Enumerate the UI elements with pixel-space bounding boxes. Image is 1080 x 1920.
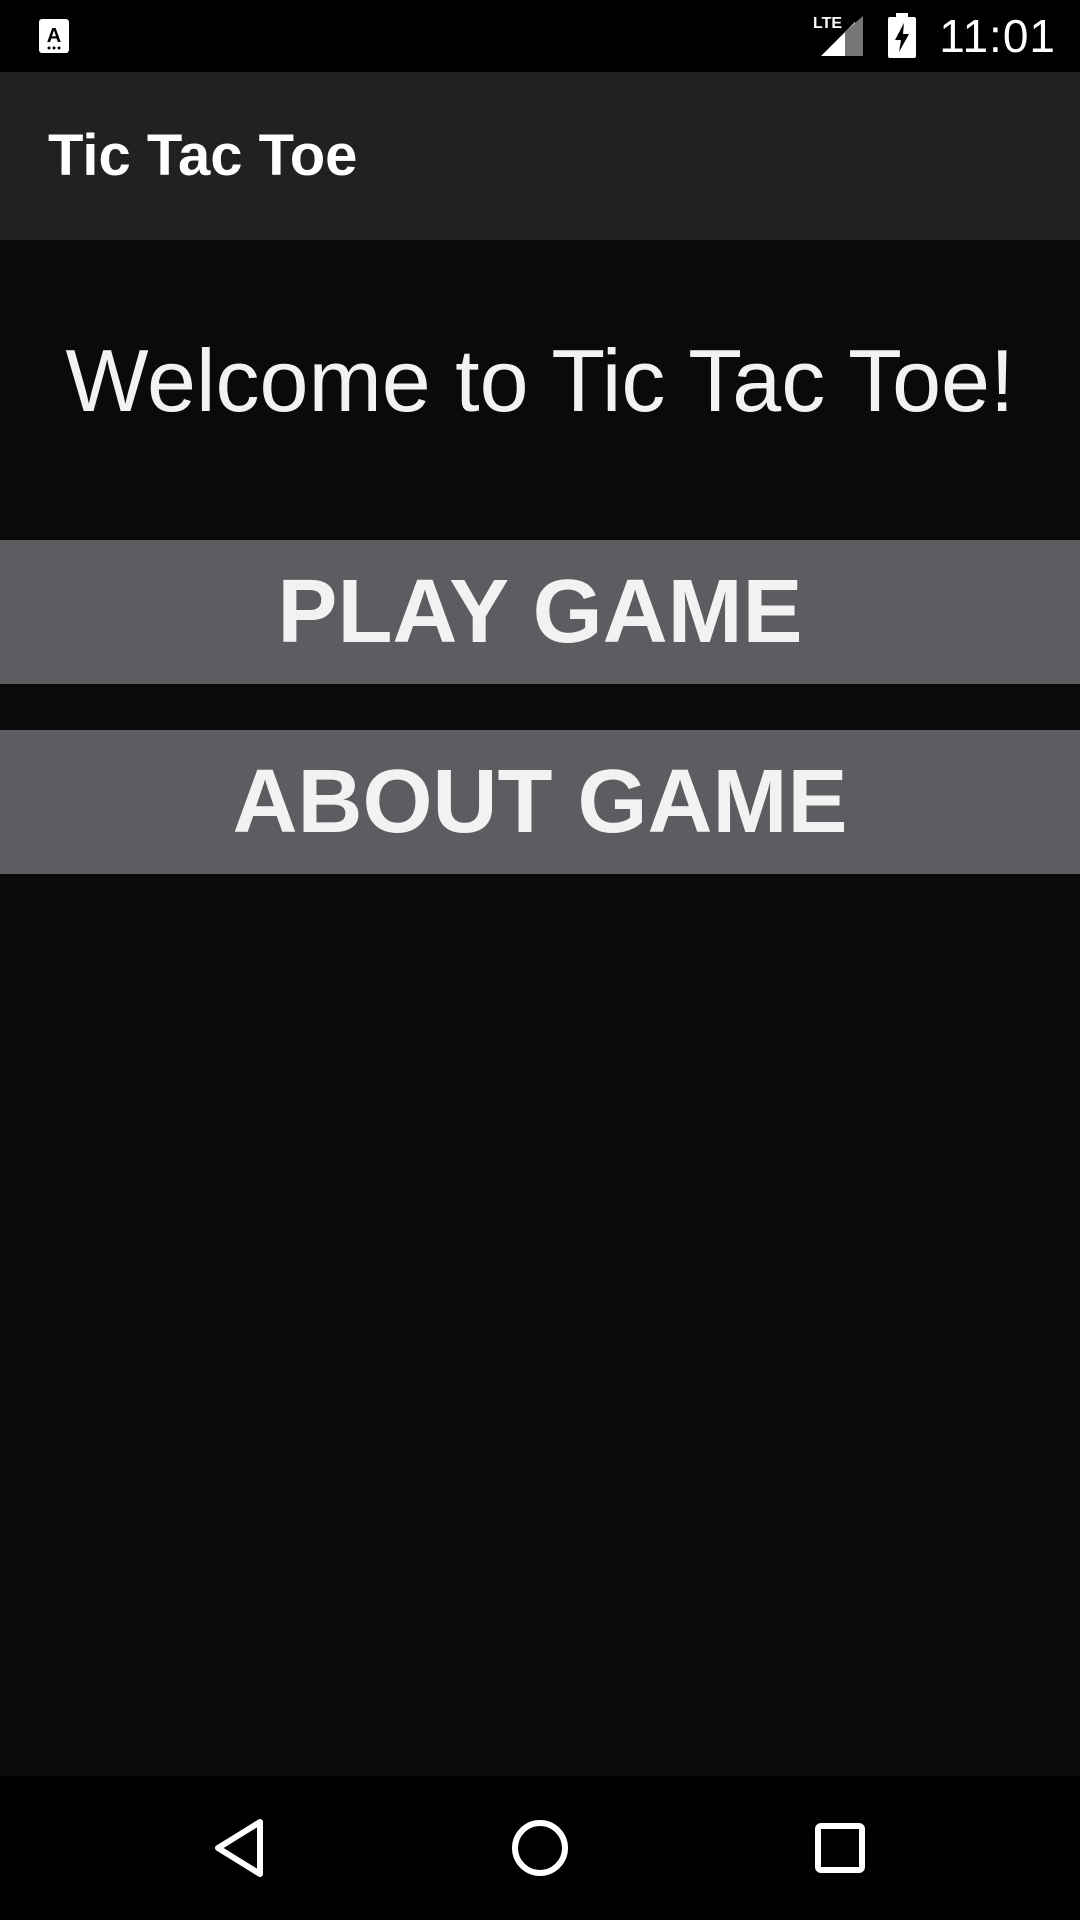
status-time: 11:01 <box>939 10 1056 62</box>
status-icons: LTE 11:01 <box>811 0 1056 72</box>
back-button[interactable] <box>180 1776 300 1920</box>
battery-charging-icon <box>888 13 917 58</box>
about-game-button[interactable]: ABOUT GAME <box>0 730 1080 874</box>
status-bar: A LTE 11:01 <box>0 0 1080 72</box>
app-title: Tic Tac Toe <box>48 123 358 188</box>
svg-text:A: A <box>47 25 61 47</box>
play-game-button[interactable]: PLAY GAME <box>0 540 1080 684</box>
back-icon <box>215 1819 263 1877</box>
screen: A LTE 11:01 Tic Tac Toe Welcome to Tic T… <box>0 0 1080 1920</box>
network-type-label: LTE <box>813 15 842 32</box>
recents-button[interactable] <box>780 1776 900 1920</box>
navigation-bar <box>0 1776 1080 1920</box>
home-button[interactable] <box>480 1776 600 1920</box>
recents-icon <box>815 1823 865 1873</box>
signal-icon: LTE <box>813 15 864 56</box>
app-bar: Tic Tac Toe <box>0 72 1080 240</box>
keyboard-a-icon: A <box>39 19 69 53</box>
welcome-text: Welcome to Tic Tac Toe! <box>65 331 1015 430</box>
home-icon <box>512 1820 568 1876</box>
